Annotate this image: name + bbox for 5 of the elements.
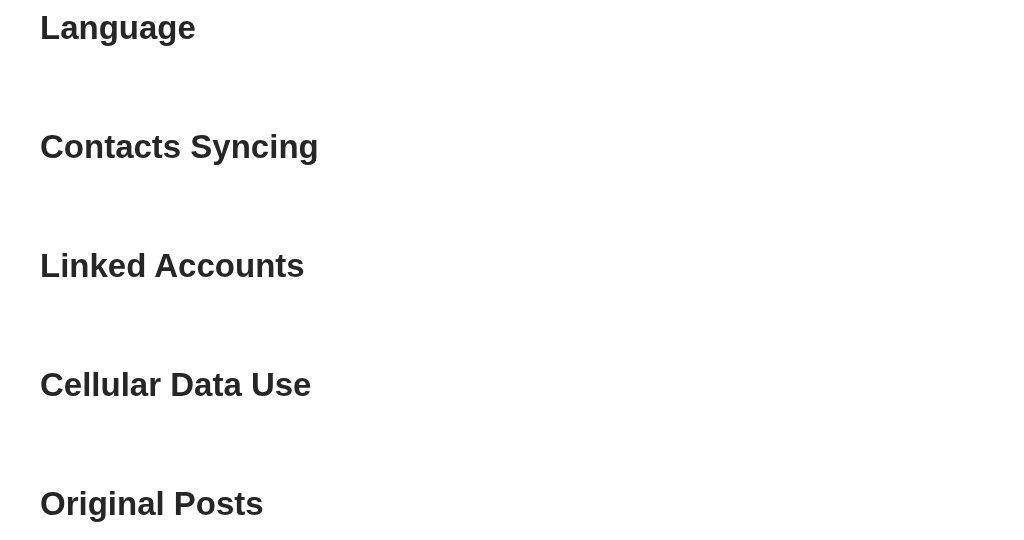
settings-item[interactable]: Original Posts	[40, 481, 264, 527]
settings-item[interactable]: Cellular Data Use	[40, 362, 312, 408]
settings-item[interactable]: Language	[40, 5, 196, 51]
settings-item[interactable]: Linked Accounts	[40, 243, 305, 289]
settings-item[interactable]: Contacts Syncing	[40, 124, 319, 170]
